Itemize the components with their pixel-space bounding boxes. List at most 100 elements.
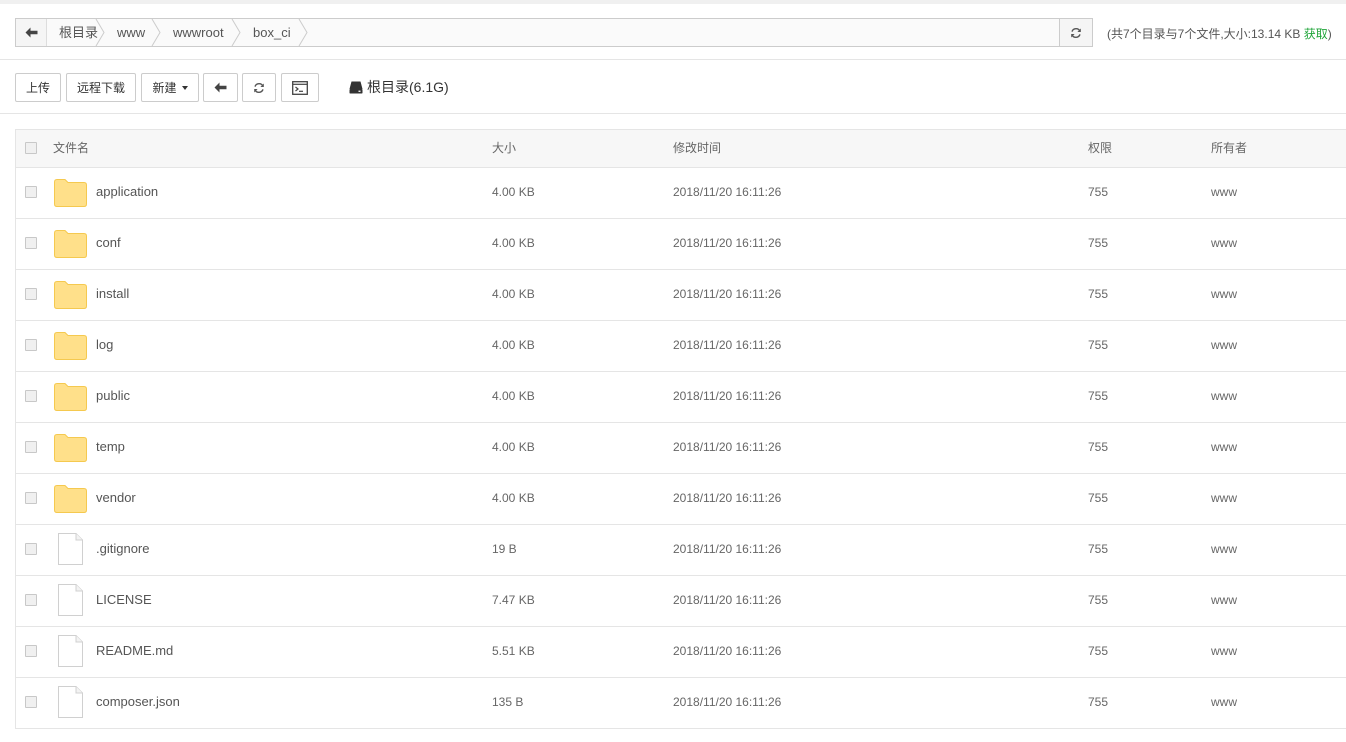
folder-icon-wrap[interactable]: [54, 434, 87, 465]
file-mtime: 2018/11/20 16:11:26: [673, 287, 782, 301]
file-name[interactable]: public: [96, 372, 130, 422]
file-owner[interactable]: www: [1211, 627, 1237, 677]
file-permission[interactable]: 755: [1088, 372, 1108, 422]
table-row[interactable]: vendor 4.00 KB 2018/11/20 16:11:26 755 www: [15, 474, 1346, 525]
header-name[interactable]: 文件名: [53, 130, 89, 167]
file-owner[interactable]: www: [1211, 576, 1237, 626]
file-icon-wrap[interactable]: [54, 635, 87, 670]
folder-icon-wrap[interactable]: [54, 383, 87, 414]
row-checkbox[interactable]: [25, 441, 37, 453]
file-permission[interactable]: 755: [1088, 423, 1108, 473]
row-checkbox[interactable]: [25, 237, 37, 249]
file-size: 4.00 KB: [492, 185, 535, 199]
file-permission[interactable]: 755: [1088, 576, 1108, 626]
table-row[interactable]: conf 4.00 KB 2018/11/20 16:11:26 755 www: [15, 219, 1346, 270]
disk-info[interactable]: 根目录(6.1G): [349, 78, 449, 96]
file-owner[interactable]: www: [1211, 168, 1237, 218]
file-owner[interactable]: www: [1211, 321, 1237, 371]
breadcrumb-item[interactable]: 根目录: [47, 19, 105, 46]
file-owner[interactable]: www: [1211, 270, 1237, 320]
folder-icon: [54, 485, 87, 513]
breadcrumb-item[interactable]: wwwroot: [161, 19, 241, 46]
header-owner[interactable]: 所有者: [1211, 130, 1247, 167]
row-checkbox[interactable]: [25, 543, 37, 555]
table-row[interactable]: temp 4.00 KB 2018/11/20 16:11:26 755 www: [15, 423, 1346, 474]
table-row[interactable]: composer.json 135 B 2018/11/20 16:11:26 755…: [15, 678, 1346, 729]
file-owner[interactable]: www: [1211, 525, 1237, 575]
file-owner[interactable]: www: [1211, 423, 1237, 473]
file-permission[interactable]: 755: [1088, 474, 1108, 524]
path-back-button[interactable]: [16, 19, 47, 46]
file-icon-wrap[interactable]: [54, 584, 87, 619]
folder-icon-wrap[interactable]: [54, 230, 87, 261]
breadcrumb-separator-icon: [298, 19, 308, 46]
folder-icon-wrap[interactable]: [54, 332, 87, 363]
file-permission[interactable]: 755: [1088, 168, 1108, 218]
header-mtime[interactable]: 修改时间: [673, 130, 721, 167]
breadcrumb-item[interactable]: box_ci: [241, 19, 308, 46]
file-name[interactable]: README.md: [96, 627, 173, 677]
file-name[interactable]: application: [96, 168, 158, 218]
table-row[interactable]: LICENSE 7.47 KB 2018/11/20 16:11:26 755 www: [15, 576, 1346, 627]
file-permission[interactable]: 755: [1088, 627, 1108, 677]
table-row[interactable]: .gitignore 19 B 2018/11/20 16:11:26 755 www: [15, 525, 1346, 576]
file-permission[interactable]: 755: [1088, 219, 1108, 269]
row-checkbox[interactable]: [25, 288, 37, 300]
header-size[interactable]: 大小: [492, 130, 516, 167]
remote-download-button[interactable]: 远程下载: [66, 73, 136, 102]
file-icon: [58, 635, 83, 667]
file-name[interactable]: temp: [96, 423, 125, 473]
table-row[interactable]: install 4.00 KB 2018/11/20 16:11:26 755 www: [15, 270, 1346, 321]
file-name[interactable]: composer.json: [96, 678, 180, 728]
row-checkbox[interactable]: [25, 492, 37, 504]
upload-button[interactable]: 上传: [15, 73, 61, 102]
terminal-button[interactable]: [281, 73, 319, 102]
table-row[interactable]: README.md 5.51 KB 2018/11/20 16:11:26 755 ww…: [15, 627, 1346, 678]
file-mtime: 2018/11/20 16:11:26: [673, 644, 782, 658]
file-name[interactable]: log: [96, 321, 113, 371]
row-checkbox[interactable]: [25, 339, 37, 351]
row-checkbox[interactable]: [25, 186, 37, 198]
folder-icon-wrap[interactable]: [54, 281, 87, 312]
file-name[interactable]: vendor: [96, 474, 136, 524]
file-icon: [58, 533, 83, 565]
file-size: 4.00 KB: [492, 440, 535, 454]
table-row[interactable]: log 4.00 KB 2018/11/20 16:11:26 755 www: [15, 321, 1346, 372]
file-owner[interactable]: www: [1211, 219, 1237, 269]
upload-button-label: 上传: [25, 81, 50, 95]
file-owner[interactable]: www: [1211, 474, 1237, 524]
fetch-size-link[interactable]: 获取: [1304, 27, 1328, 41]
file-owner[interactable]: www: [1211, 372, 1237, 422]
file-permission[interactable]: 755: [1088, 525, 1108, 575]
file-name[interactable]: conf: [96, 219, 121, 269]
row-checkbox[interactable]: [25, 390, 37, 402]
path-refresh-button[interactable]: [1059, 19, 1092, 46]
select-all-checkbox[interactable]: [25, 142, 37, 154]
folder-icon: [54, 383, 87, 411]
arrow-left-icon: [25, 27, 37, 38]
row-checkbox[interactable]: [25, 645, 37, 657]
header-permission[interactable]: 权限: [1088, 130, 1112, 167]
file-owner[interactable]: www: [1211, 678, 1237, 728]
table-row[interactable]: application 4.00 KB 2018/11/20 16:11:26 755…: [15, 168, 1346, 219]
new-dropdown-button[interactable]: 新建: [141, 73, 199, 102]
refresh-button[interactable]: [242, 73, 276, 102]
back-button[interactable]: [203, 73, 238, 102]
folder-icon-wrap[interactable]: [54, 179, 87, 210]
row-checkbox[interactable]: [25, 696, 37, 708]
file-name[interactable]: install: [96, 270, 129, 320]
row-checkbox[interactable]: [25, 594, 37, 606]
file-name[interactable]: .gitignore: [96, 525, 149, 575]
table-row[interactable]: public 4.00 KB 2018/11/20 16:11:26 755 www: [15, 372, 1346, 423]
file-name[interactable]: LICENSE: [96, 576, 152, 626]
file-icon-wrap[interactable]: [54, 686, 87, 721]
file-permission[interactable]: 755: [1088, 321, 1108, 371]
table-body: application 4.00 KB 2018/11/20 16:11:26 755…: [15, 168, 1346, 729]
folder-icon: [54, 281, 87, 309]
path-bar: 根目录 www wwwroot box_ci: [15, 18, 1093, 47]
file-icon-wrap[interactable]: [54, 533, 87, 568]
file-permission[interactable]: 755: [1088, 270, 1108, 320]
breadcrumb-item[interactable]: www: [105, 19, 161, 46]
folder-icon-wrap[interactable]: [54, 485, 87, 516]
file-permission[interactable]: 755: [1088, 678, 1108, 728]
